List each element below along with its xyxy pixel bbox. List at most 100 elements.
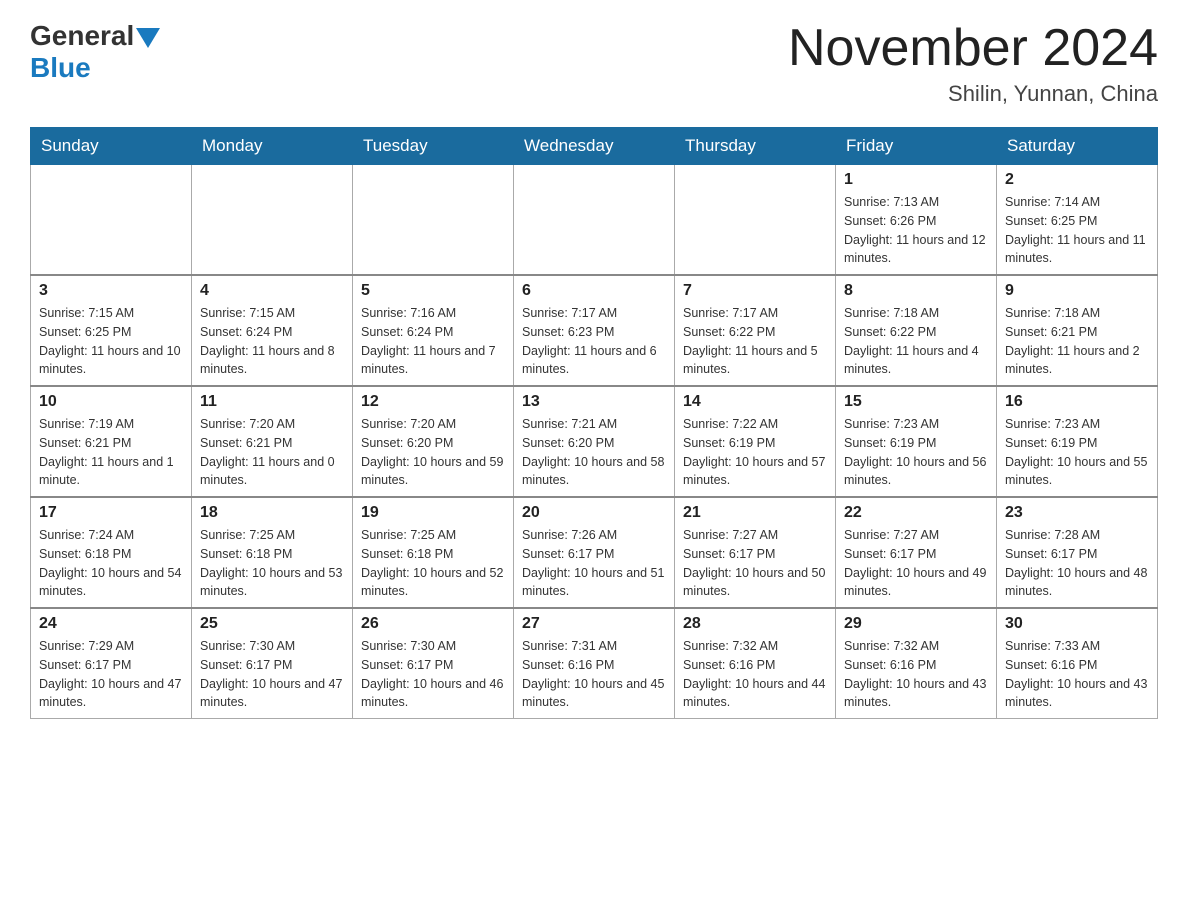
- day-number: 15: [844, 393, 988, 411]
- day-number: 24: [39, 615, 183, 633]
- calendar-cell: 17Sunrise: 7:24 AMSunset: 6:18 PMDayligh…: [31, 497, 192, 608]
- day-info: Sunrise: 7:18 AMSunset: 6:21 PMDaylight:…: [1005, 304, 1149, 379]
- weekday-header-tuesday: Tuesday: [353, 128, 514, 165]
- calendar-cell: 19Sunrise: 7:25 AMSunset: 6:18 PMDayligh…: [353, 497, 514, 608]
- day-number: 28: [683, 615, 827, 633]
- day-info: Sunrise: 7:22 AMSunset: 6:19 PMDaylight:…: [683, 415, 827, 490]
- calendar-cell: 18 Sunrise: 7:25 AMSunset: 6:18 PMDayligh…: [192, 497, 353, 608]
- calendar-cell: 12 Sunrise: 7:20 AMSunset: 6:20 PMDayligh…: [353, 386, 514, 497]
- day-number: 18: [200, 504, 344, 522]
- day-number: 7: [683, 282, 827, 300]
- day-number: 10: [39, 393, 183, 411]
- day-info: Sunrise: 7:14 AMSunset: 6:25 PMDaylight:…: [1005, 193, 1149, 268]
- day-info: Sunrise: 7:20 AMSunset: 6:21 PMDaylight:…: [200, 415, 344, 490]
- calendar-cell: 6 Sunrise: 7:17 AMSunset: 6:23 PMDaylight…: [514, 275, 675, 386]
- calendar-cell: 10 Sunrise: 7:19 AMSunset: 6:21 PMDayligh…: [31, 386, 192, 497]
- day-number: 17: [39, 504, 183, 522]
- day-info: Sunrise: 7:13 AMSunset: 6:26 PMDaylight:…: [844, 193, 988, 268]
- calendar-cell: 1 Sunrise: 7:13 AMSunset: 6:26 PMDaylight…: [836, 165, 997, 276]
- calendar-cell: 20 Sunrise: 7:26 AMSunset: 6:17 PMDayligh…: [514, 497, 675, 608]
- calendar-cell: 4Sunrise: 7:15 AMSunset: 6:24 PMDaylight…: [192, 275, 353, 386]
- calendar-cell: [31, 165, 192, 276]
- day-number: 21: [683, 504, 827, 522]
- calendar-cell: 7Sunrise: 7:17 AMSunset: 6:22 PMDaylight…: [675, 275, 836, 386]
- day-info: Sunrise: 7:32 AMSunset: 6:16 PMDaylight:…: [683, 637, 827, 712]
- calendar-cell: 21 Sunrise: 7:27 AMSunset: 6:17 PMDayligh…: [675, 497, 836, 608]
- calendar-cell: 5Sunrise: 7:16 AMSunset: 6:24 PMDaylight…: [353, 275, 514, 386]
- calendar-cell: [353, 165, 514, 276]
- weekday-header-row: SundayMondayTuesdayWednesdayThursdayFrid…: [31, 128, 1158, 165]
- weekday-header-monday: Monday: [192, 128, 353, 165]
- calendar-cell: 9 Sunrise: 7:18 AMSunset: 6:21 PMDaylight…: [997, 275, 1158, 386]
- day-number: 25: [200, 615, 344, 633]
- day-info: Sunrise: 7:30 AMSunset: 6:17 PMDaylight:…: [200, 637, 344, 712]
- calendar-cell: 25 Sunrise: 7:30 AMSunset: 6:17 PMDayligh…: [192, 608, 353, 719]
- day-info: Sunrise: 7:28 AMSunset: 6:17 PMDaylight:…: [1005, 526, 1149, 601]
- logo-triangle-icon: [136, 28, 160, 48]
- day-number: 27: [522, 615, 666, 633]
- day-info: Sunrise: 7:27 AMSunset: 6:17 PMDaylight:…: [683, 526, 827, 601]
- calendar-cell: 27 Sunrise: 7:31 AMSunset: 6:16 PMDayligh…: [514, 608, 675, 719]
- calendar-cell: 30 Sunrise: 7:33 AMSunset: 6:16 PMDayligh…: [997, 608, 1158, 719]
- day-info: Sunrise: 7:32 AMSunset: 6:16 PMDaylight:…: [844, 637, 988, 712]
- day-info: Sunrise: 7:26 AMSunset: 6:17 PMDaylight:…: [522, 526, 666, 601]
- page-header: General Blue November 2024 Shilin, Yunna…: [30, 20, 1158, 107]
- day-number: 11: [200, 393, 344, 411]
- weekday-header-sunday: Sunday: [31, 128, 192, 165]
- calendar-week-row-2: 10 Sunrise: 7:19 AMSunset: 6:21 PMDayligh…: [31, 386, 1158, 497]
- calendar-week-row-1: 3 Sunrise: 7:15 AMSunset: 6:25 PMDaylight…: [31, 275, 1158, 386]
- calendar-cell: 26 Sunrise: 7:30 AMSunset: 6:17 PMDayligh…: [353, 608, 514, 719]
- calendar-week-row-3: 17Sunrise: 7:24 AMSunset: 6:18 PMDayligh…: [31, 497, 1158, 608]
- calendar-cell: 22Sunrise: 7:27 AMSunset: 6:17 PMDayligh…: [836, 497, 997, 608]
- day-info: Sunrise: 7:19 AMSunset: 6:21 PMDaylight:…: [39, 415, 183, 490]
- calendar-week-row-0: 1 Sunrise: 7:13 AMSunset: 6:26 PMDaylight…: [31, 165, 1158, 276]
- day-info: Sunrise: 7:25 AMSunset: 6:18 PMDaylight:…: [200, 526, 344, 601]
- logo: General Blue: [30, 20, 162, 84]
- calendar-cell: 15 Sunrise: 7:23 AMSunset: 6:19 PMDayligh…: [836, 386, 997, 497]
- weekday-header-thursday: Thursday: [675, 128, 836, 165]
- day-number: 6: [522, 282, 666, 300]
- day-number: 3: [39, 282, 183, 300]
- day-number: 2: [1005, 171, 1149, 189]
- day-number: 20: [522, 504, 666, 522]
- day-info: Sunrise: 7:21 AMSunset: 6:20 PMDaylight:…: [522, 415, 666, 490]
- calendar-cell: 13 Sunrise: 7:21 AMSunset: 6:20 PMDayligh…: [514, 386, 675, 497]
- calendar-cell: 2 Sunrise: 7:14 AMSunset: 6:25 PMDaylight…: [997, 165, 1158, 276]
- calendar-week-row-4: 24 Sunrise: 7:29 AMSunset: 6:17 PMDayligh…: [31, 608, 1158, 719]
- title-area: November 2024 Shilin, Yunnan, China: [788, 20, 1158, 107]
- calendar-cell: 14 Sunrise: 7:22 AMSunset: 6:19 PMDayligh…: [675, 386, 836, 497]
- logo-general-text: General: [30, 20, 134, 52]
- calendar-subtitle: Shilin, Yunnan, China: [788, 81, 1158, 107]
- day-info: Sunrise: 7:25 AMSunset: 6:18 PMDaylight:…: [361, 526, 505, 601]
- day-number: 30: [1005, 615, 1149, 633]
- day-info: Sunrise: 7:17 AMSunset: 6:23 PMDaylight:…: [522, 304, 666, 379]
- day-info: Sunrise: 7:33 AMSunset: 6:16 PMDaylight:…: [1005, 637, 1149, 712]
- calendar-cell: [514, 165, 675, 276]
- day-number: 9: [1005, 282, 1149, 300]
- calendar-cell: [192, 165, 353, 276]
- day-info: Sunrise: 7:23 AMSunset: 6:19 PMDaylight:…: [1005, 415, 1149, 490]
- day-info: Sunrise: 7:20 AMSunset: 6:20 PMDaylight:…: [361, 415, 505, 490]
- logo-blue-text: Blue: [30, 52, 91, 84]
- day-info: Sunrise: 7:29 AMSunset: 6:17 PMDaylight:…: [39, 637, 183, 712]
- day-number: 26: [361, 615, 505, 633]
- calendar-cell: 29Sunrise: 7:32 AMSunset: 6:16 PMDayligh…: [836, 608, 997, 719]
- calendar-cell: [675, 165, 836, 276]
- day-number: 12: [361, 393, 505, 411]
- calendar-cell: 28 Sunrise: 7:32 AMSunset: 6:16 PMDayligh…: [675, 608, 836, 719]
- calendar-cell: 24 Sunrise: 7:29 AMSunset: 6:17 PMDayligh…: [31, 608, 192, 719]
- day-info: Sunrise: 7:30 AMSunset: 6:17 PMDaylight:…: [361, 637, 505, 712]
- day-number: 13: [522, 393, 666, 411]
- calendar-cell: 11 Sunrise: 7:20 AMSunset: 6:21 PMDayligh…: [192, 386, 353, 497]
- day-number: 1: [844, 171, 988, 189]
- day-info: Sunrise: 7:31 AMSunset: 6:16 PMDaylight:…: [522, 637, 666, 712]
- day-number: 14: [683, 393, 827, 411]
- day-number: 23: [1005, 504, 1149, 522]
- weekday-header-saturday: Saturday: [997, 128, 1158, 165]
- day-info: Sunrise: 7:15 AMSunset: 6:25 PMDaylight:…: [39, 304, 183, 379]
- day-info: Sunrise: 7:15 AMSunset: 6:24 PMDaylight:…: [200, 304, 344, 379]
- day-info: Sunrise: 7:23 AMSunset: 6:19 PMDaylight:…: [844, 415, 988, 490]
- calendar-table: SundayMondayTuesdayWednesdayThursdayFrid…: [30, 127, 1158, 719]
- weekday-header-wednesday: Wednesday: [514, 128, 675, 165]
- calendar-cell: 8Sunrise: 7:18 AMSunset: 6:22 PMDaylight…: [836, 275, 997, 386]
